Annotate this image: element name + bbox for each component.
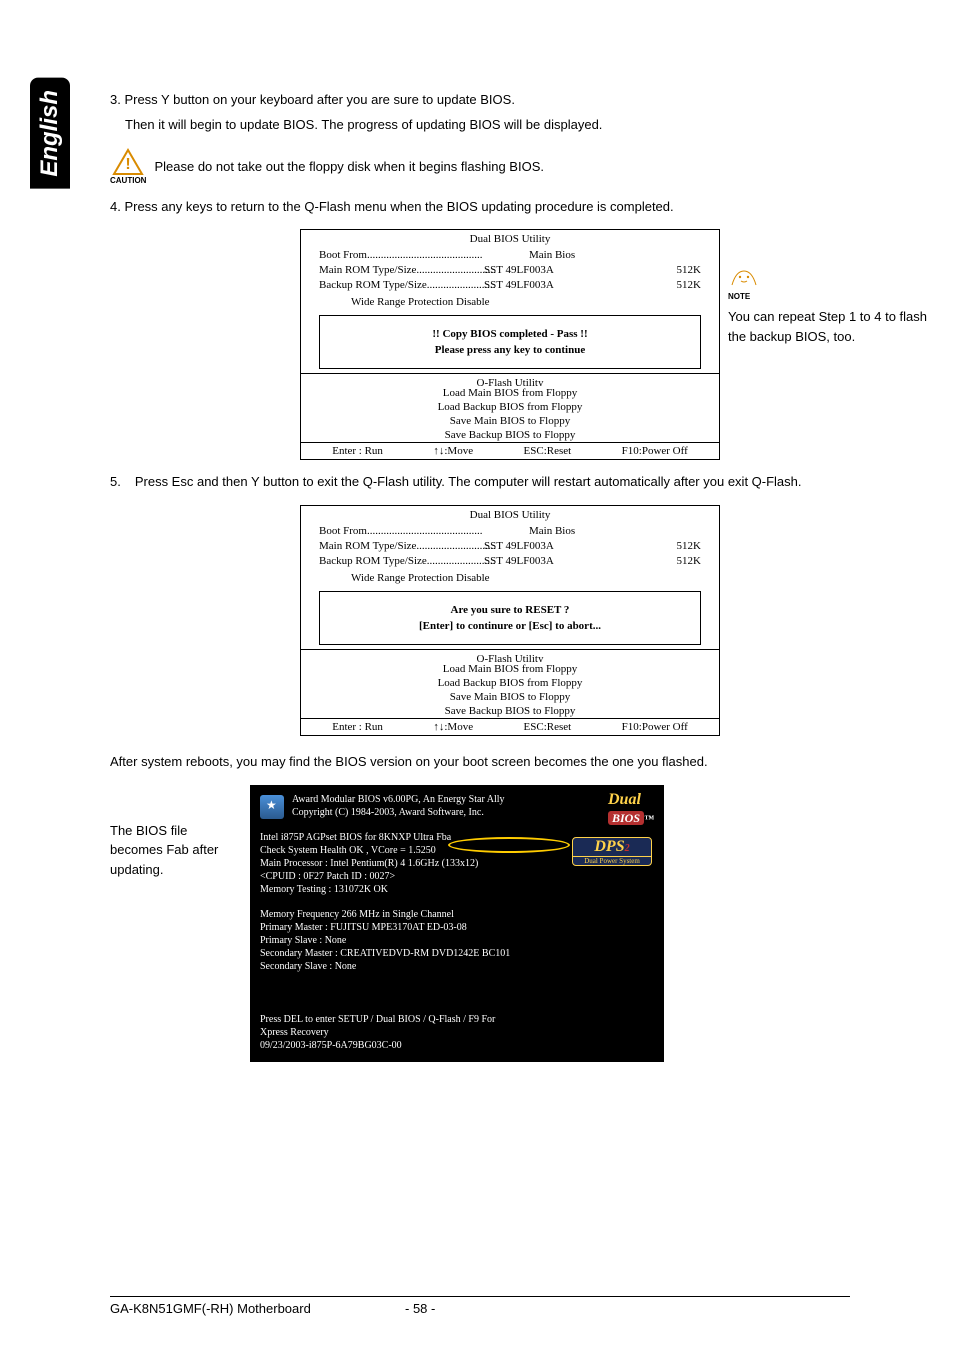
step-3-line1: 3. Press Y button on your keyboard after… [110,90,910,111]
svg-text:!: ! [126,156,131,173]
key-hints: Enter : Run ↑↓:Move ESC:Reset F10:Power … [301,719,719,735]
caution-text: Please do not take out the floppy disk w… [154,159,544,174]
hint-move: ↑↓:Move [433,445,473,457]
main-content: 3. Press Y button on your keyboard after… [110,90,910,1062]
main-rom-row: Main ROM Type/Size......................… [319,263,701,278]
dps-badge: DPS2 Dual Power System [572,837,652,866]
menu-item[interactable]: Save Main BIOS to Floppy [301,690,719,704]
highlight-oval [448,837,570,853]
message-box: Are you sure to RESET ? [Enter] to conti… [319,591,701,645]
main-rom-row: Main ROM Type/Size......................… [319,539,701,554]
step-3-line2: Then it will begin to update BIOS. The p… [110,115,910,136]
boot-line: Memory Frequency 266 MHz in Single Chann… [260,908,654,921]
hint-enter: Enter : Run [332,445,383,457]
menu-item[interactable]: Load Main BIOS from Floppy [301,662,719,676]
backup-rom-row: Backup ROM Type/Size....................… [319,554,701,569]
hint-enter: Enter : Run [332,721,383,733]
hint-f10: F10:Power Off [622,445,688,457]
protection-row: Wide Range Protection Disable [301,569,719,587]
note-icon: NOTE [728,265,928,303]
boot-line: Primary Master : FUJITSU MPE3170AT ED-03… [260,921,654,934]
boot-line: 09/23/2003-i875P-6A79BG03C-00 [260,1039,654,1052]
language-tab: English [30,78,70,189]
step-5-text: Press Esc and then Y button to exit the … [135,472,802,493]
boot-line: Secondary Slave : None [260,960,654,973]
bios-title: Dual BIOS Utility [301,506,719,524]
boot-line: <CPUID : 0F27 Patch ID : 0027> [260,870,654,883]
step-4: 4. Press any keys to return to the Q-Fla… [110,197,910,218]
boot-line: Press DEL to enter SETUP / Dual BIOS / Q… [260,1013,654,1026]
footer-model: GA-K8N51GMF(-RH) Motherboard [110,1301,311,1316]
boot-line: Memory Testing : 131072K OK [260,883,654,896]
msg-copy-complete: !! Copy BIOS completed - Pass !! [328,328,692,340]
footer-page: - 58 - [405,1301,435,1316]
msg-enter-esc: [Enter] to continure or [Esc] to abort..… [328,620,692,632]
hint-esc: ESC:Reset [524,445,572,457]
boot-from-row: Boot From...............................… [319,524,701,539]
dual-bios-logo: Dual BIOS™ [608,791,654,827]
hint-f10: F10:Power Off [622,721,688,733]
bios-utility-box-1: Dual BIOS Utility Boot From.............… [300,229,720,460]
note-block: NOTE You can repeat Step 1 to 4 to flash… [728,265,928,346]
energy-star-icon [260,795,284,819]
key-hints: Enter : Run ↑↓:Move ESC:Reset F10:Power … [301,443,719,459]
caution-icon: ! CAUTION [110,148,146,185]
after-reboot-text: After system reboots, you may find the B… [110,752,910,773]
note-text: You can repeat Step 1 to 4 to flash the … [728,309,927,344]
protection-row: Wide Range Protection Disable [301,293,719,311]
boot-header-2: Copyright (C) 1984-2003, Award Software,… [292,806,654,819]
msg-press-key: Please press any key to continue [328,344,692,356]
boot-line: Xpress Recovery [260,1026,654,1039]
step-5: 5. Press Esc and then Y button to exit t… [110,472,910,493]
hint-move: ↑↓:Move [433,721,473,733]
menu-item[interactable]: Save Main BIOS to Floppy [301,414,719,428]
backup-rom-row: Backup ROM Type/Size....................… [319,278,701,293]
msg-reset-confirm: Are you sure to RESET ? [328,604,692,616]
menu-item[interactable]: Load Backup BIOS from Floppy [301,676,719,690]
menu-item[interactable]: Save Backup BIOS to Floppy [301,428,719,442]
bios-utility-box-2: Dual BIOS Utility Boot From.............… [300,505,720,736]
bios-title: Dual BIOS Utility [301,230,719,248]
boot-screen: Award Modular BIOS v6.00PG, An Energy St… [250,785,664,1062]
menu-item[interactable]: Load Backup BIOS from Floppy [301,400,719,414]
boot-header-1: Award Modular BIOS v6.00PG, An Energy St… [292,793,654,806]
caution-row: ! CAUTION Please do not take out the flo… [110,148,910,185]
menu-item[interactable]: Save Backup BIOS to Floppy [301,704,719,718]
menu-item[interactable]: Load Main BIOS from Floppy [301,386,719,400]
boot-line: Primary Slave : None [260,934,654,947]
boot-caption: The BIOS file becomes Fab after updating… [110,785,222,880]
hint-esc: ESC:Reset [524,721,572,733]
step-5-number: 5. [110,472,121,493]
message-box: !! Copy BIOS completed - Pass !! Please … [319,315,701,369]
boot-line: Secondary Master : CREATIVEDVD-RM DVD124… [260,947,654,960]
page-footer: GA-K8N51GMF(-RH) Motherboard - 58 - [110,1296,850,1316]
boot-from-row: Boot From...............................… [319,248,701,263]
